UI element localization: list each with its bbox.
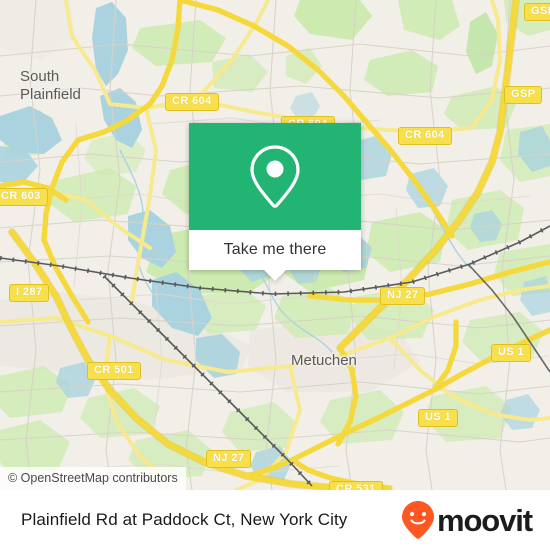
road-shield-i287[interactable]: I 287 bbox=[9, 284, 50, 302]
road-shield-gsp[interactable]: GSP bbox=[504, 86, 543, 104]
map-canvas[interactable]: .water { fill:#aad3df; } .park { fill:#c… bbox=[0, 0, 550, 490]
footer-bar: Plainfield Rd at Paddock Ct, New York Ci… bbox=[0, 490, 550, 550]
road-shield-cr501[interactable]: CR 501 bbox=[87, 362, 141, 380]
moovit-brand[interactable]: moovit bbox=[401, 500, 533, 540]
take-me-there-button[interactable]: Take me there bbox=[224, 241, 327, 259]
road-shield-nj27-b[interactable]: NJ 27 bbox=[206, 450, 252, 468]
moovit-wordmark: moovit bbox=[436, 502, 533, 538]
road-shield-cr531[interactable]: CR 531 bbox=[329, 481, 383, 490]
road-shield-cr604-c[interactable]: CR 604 bbox=[398, 127, 452, 145]
popup-pointer-tail bbox=[264, 270, 286, 281]
road-shield-gsp-top[interactable]: GSP bbox=[524, 3, 550, 21]
osm-attribution[interactable]: © OpenStreetMap contributors bbox=[0, 467, 186, 490]
road-shield-nj27-a[interactable]: NJ 27 bbox=[380, 287, 426, 305]
location-title: Plainfield Rd at Paddock Ct, New York Ci… bbox=[21, 510, 348, 529]
location-popup-card[interactable]: Take me there bbox=[189, 123, 361, 281]
map-screenshot: .water { fill:#aad3df; } .park { fill:#c… bbox=[0, 0, 550, 550]
moovit-pin-smiley-icon bbox=[401, 501, 434, 539]
road-shield-us1-a[interactable]: US 1 bbox=[491, 344, 532, 362]
road-shield-cr603[interactable]: CR 603 bbox=[0, 188, 48, 206]
map-pin-icon bbox=[250, 144, 300, 208]
popup-marker-panel bbox=[189, 123, 361, 230]
popup-action-bar[interactable]: Take me there bbox=[189, 230, 361, 281]
place-label-south-plainfield: South Plainfield bbox=[20, 68, 81, 103]
road-shield-us1-b[interactable]: US 1 bbox=[418, 409, 459, 427]
road-shield-cr604-a[interactable]: CR 604 bbox=[165, 93, 219, 111]
place-label-metuchen: Metuchen bbox=[291, 352, 357, 369]
